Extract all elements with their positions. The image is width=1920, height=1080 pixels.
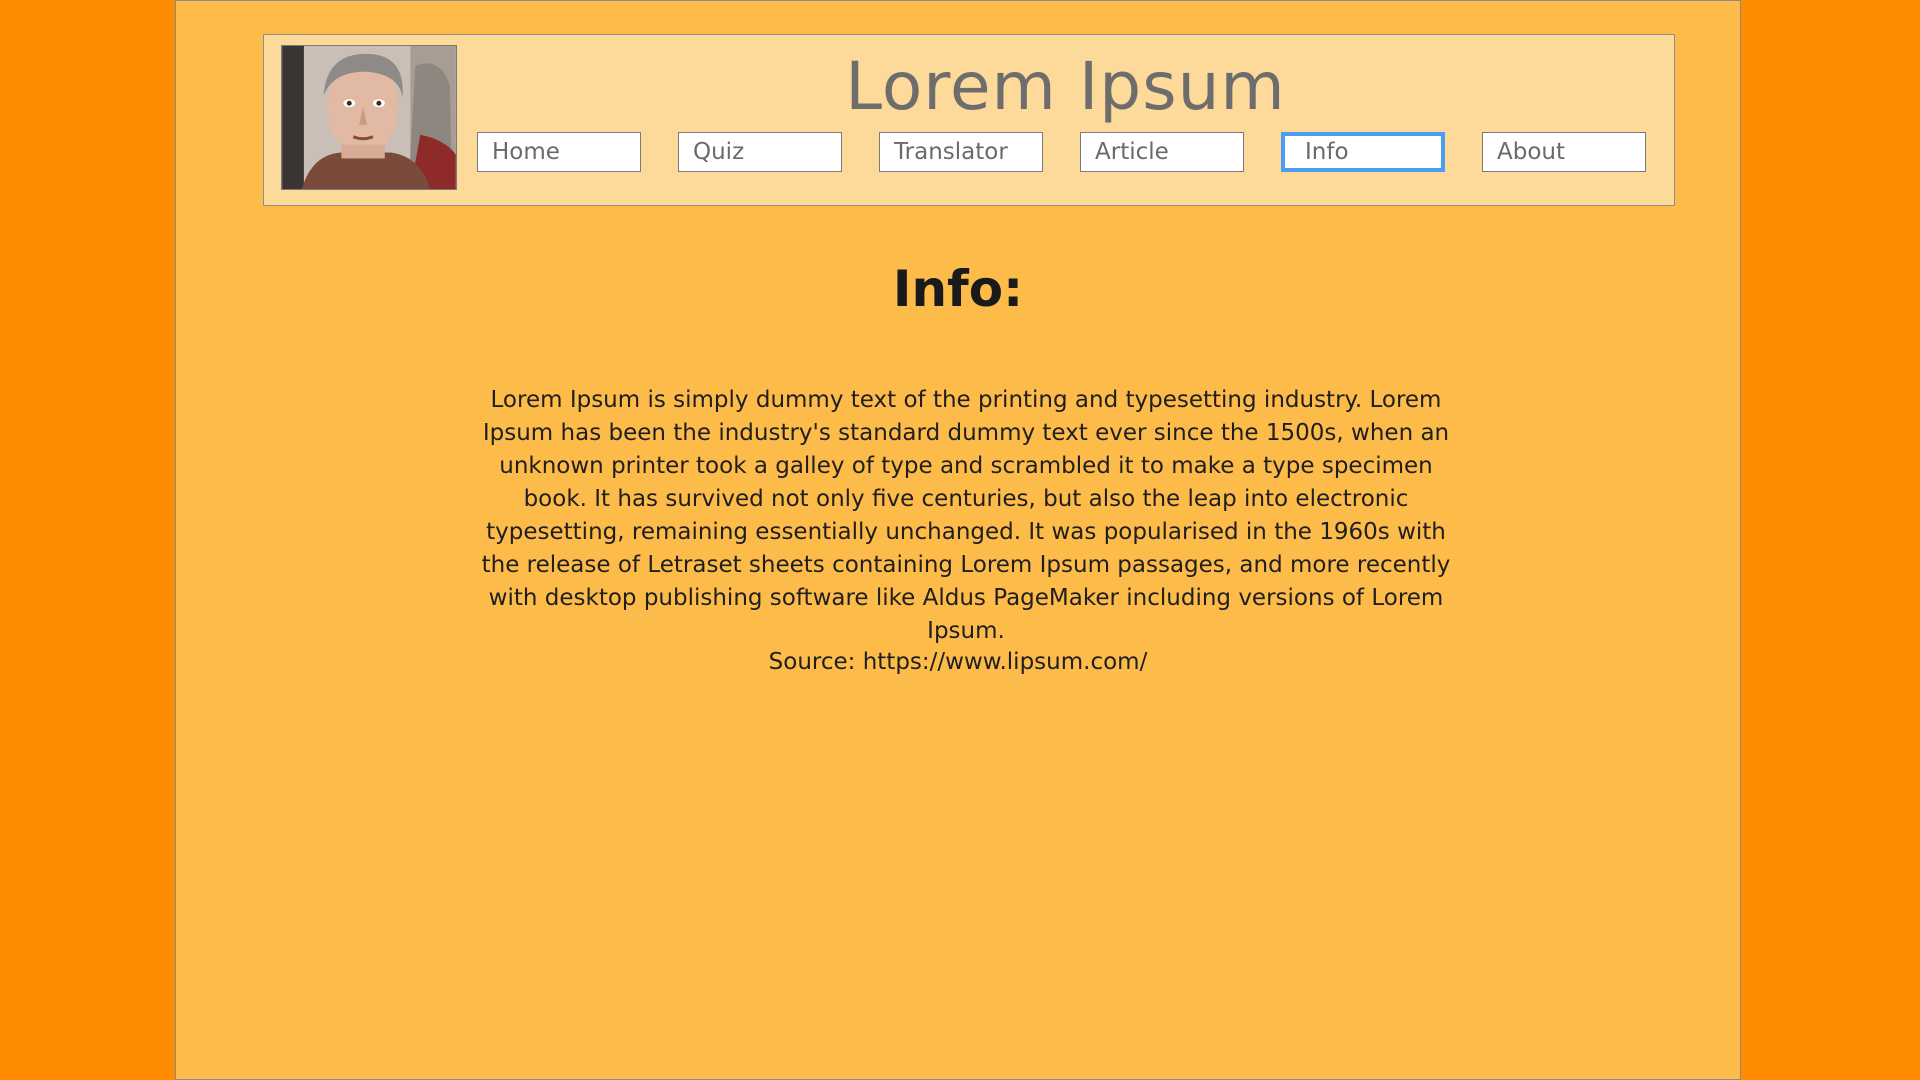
site-header: Lorem Ipsum Home Quiz Translator Article… <box>263 34 1675 206</box>
nav-article-button[interactable]: Article <box>1080 132 1244 172</box>
header-portrait-image <box>281 45 457 190</box>
site-title: Lorem Ipsum <box>845 48 1286 125</box>
nav-about-button[interactable]: About <box>1482 132 1646 172</box>
info-paragraph: Lorem Ipsum is simply dummy text of the … <box>481 387 1451 644</box>
page-container: Lorem Ipsum Home Quiz Translator Article… <box>175 0 1741 1080</box>
nav-quiz-button[interactable]: Quiz <box>678 132 842 172</box>
page-title: Info: <box>892 260 1024 318</box>
nav-translator-button[interactable]: Translator <box>879 132 1043 172</box>
nav-home-button[interactable]: Home <box>477 132 641 172</box>
source-text: Source: https://www.lipsum.com/ <box>768 649 1148 675</box>
nav-info-button[interactable]: Info <box>1281 132 1445 172</box>
